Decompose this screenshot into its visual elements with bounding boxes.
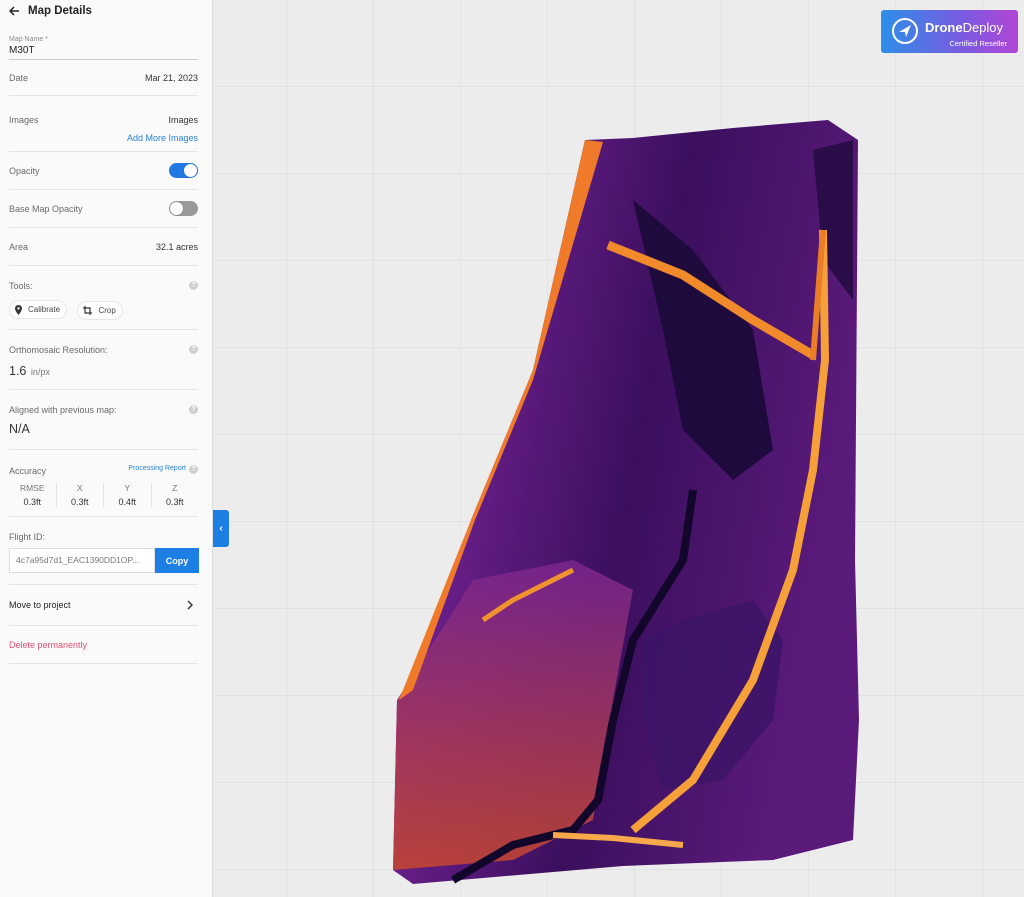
resolution-value-group: 1.6 in/px xyxy=(9,362,50,380)
accuracy-x: X 0.3ft xyxy=(55,483,104,507)
badge-brand: DroneDeploy xyxy=(925,21,1003,35)
opacity-row: Opacity xyxy=(9,152,198,190)
images-label: Images xyxy=(9,115,39,125)
images-value: Images xyxy=(168,115,198,125)
crop-icon xyxy=(83,305,93,315)
base-map-opacity-toggle[interactable] xyxy=(169,201,198,216)
aligned-value: N/A xyxy=(9,422,30,436)
date-value: Mar 21, 2023 xyxy=(144,72,198,83)
map-viewport[interactable] xyxy=(213,0,1024,897)
accuracy-header: X xyxy=(76,483,83,493)
tools-buttons: Calibrate Crop xyxy=(9,300,129,320)
crop-button[interactable]: Crop xyxy=(77,300,123,320)
accuracy-header: Z xyxy=(172,483,178,493)
dronedeploy-logo-icon xyxy=(892,18,918,44)
aligned-label: Aligned with previous map: xyxy=(9,405,117,415)
tools-label: Tools: xyxy=(9,281,33,291)
delete-row[interactable]: Delete permanently xyxy=(9,626,198,664)
badge-subtitle: Certified Reseller xyxy=(949,39,1007,48)
back-arrow-icon[interactable] xyxy=(8,4,28,19)
area-label: Area xyxy=(9,241,29,252)
copy-button[interactable]: Copy xyxy=(155,548,199,573)
resolution-row: Orthomosaic Resolution: ? 1.6 in/px xyxy=(9,330,198,390)
dronedeploy-badge: DroneDeploy Certified Reseller xyxy=(881,10,1018,53)
help-icon[interactable]: ? xyxy=(189,345,198,354)
accuracy-row: Accuracy Processing Report ? RMSE 0.3ft … xyxy=(9,450,198,517)
sidebar-header: Map Details xyxy=(0,0,212,22)
flight-id-group: 4c7a95d7d1_EAC1390DD1OP... Copy xyxy=(9,548,199,573)
resolution-value: 1.6 xyxy=(9,364,27,378)
map-name-field[interactable]: Map Name * M30T xyxy=(9,36,198,60)
map-canvas[interactable] xyxy=(213,0,1024,897)
help-icon[interactable]: ? xyxy=(189,281,198,290)
processing-report-link[interactable]: Processing Report xyxy=(128,465,186,472)
pin-icon xyxy=(15,304,22,315)
help-icon[interactable]: ? xyxy=(189,465,198,474)
tools-row: Tools: ? Calibrate Crop xyxy=(9,266,198,330)
delete-permanently-button[interactable]: Delete permanently xyxy=(9,640,87,650)
crop-label: Crop xyxy=(98,305,116,315)
chevron-left-icon: ‹ xyxy=(219,523,223,534)
chevron-right-icon xyxy=(187,600,193,610)
accuracy-value: 0.3ft xyxy=(165,497,184,507)
base-map-opacity-row: Base Map Opacity xyxy=(9,190,198,228)
accuracy-value: 0.3ft xyxy=(70,497,89,507)
accuracy-header: Y xyxy=(124,483,131,493)
accuracy-rmse: RMSE 0.3ft xyxy=(9,483,56,507)
area-row: Area 32.1 acres xyxy=(9,228,198,266)
accuracy-value: 0.3ft xyxy=(23,497,41,507)
opacity-toggle[interactable] xyxy=(169,163,198,178)
map-name-value[interactable]: M30T xyxy=(9,45,198,56)
opacity-label: Opacity xyxy=(9,165,40,176)
accuracy-y: Y 0.4ft xyxy=(103,483,151,507)
accuracy-value: 0.4ft xyxy=(118,497,136,507)
add-more-images-link[interactable]: Add More Images xyxy=(127,133,198,143)
move-to-project-row[interactable]: Move to project xyxy=(9,585,198,626)
map-details-sidebar: Map Details Map Name * M30T Date Mar 21,… xyxy=(0,0,213,897)
badge-brand-bold: Drone xyxy=(925,20,963,35)
resolution-unit: in/px xyxy=(30,367,50,377)
calibrate-label: Calibrate xyxy=(28,305,61,314)
flight-id-row: Flight ID: 4c7a95d7d1_EAC1390DD1OP... Co… xyxy=(9,517,199,585)
date-label: Date xyxy=(9,72,29,83)
move-to-project-label: Move to project xyxy=(9,600,71,610)
aligned-row: Aligned with previous map: ? N/A xyxy=(9,390,198,450)
calibrate-button[interactable]: Calibrate xyxy=(9,300,68,319)
accuracy-grid: RMSE 0.3ft X 0.3ft Y 0.4ft Z 0.3ft xyxy=(9,483,198,507)
collapse-sidebar-button[interactable]: ‹ xyxy=(213,510,229,547)
accuracy-header: RMSE xyxy=(19,483,45,493)
page-title: Map Details xyxy=(28,5,92,17)
toggle-knob xyxy=(184,164,197,177)
help-icon[interactable]: ? xyxy=(189,405,198,414)
flight-id-field[interactable]: 4c7a95d7d1_EAC1390DD1OP... xyxy=(9,548,155,573)
accuracy-z: Z 0.3ft xyxy=(150,483,199,507)
flight-id-label: Flight ID: xyxy=(9,532,46,542)
images-row: Images Images Add More Images xyxy=(9,96,198,152)
toggle-knob xyxy=(170,202,183,215)
badge-brand-rest: Deploy xyxy=(962,20,1004,35)
area-value: 32.1 acres xyxy=(155,241,198,252)
date-row: Date Mar 21, 2023 xyxy=(9,60,198,96)
resolution-label: Orthomosaic Resolution: xyxy=(9,345,108,355)
map-name-label: Map Name * xyxy=(9,36,48,43)
base-map-opacity-label: Base Map Opacity xyxy=(9,203,83,214)
accuracy-label: Accuracy xyxy=(9,466,47,476)
